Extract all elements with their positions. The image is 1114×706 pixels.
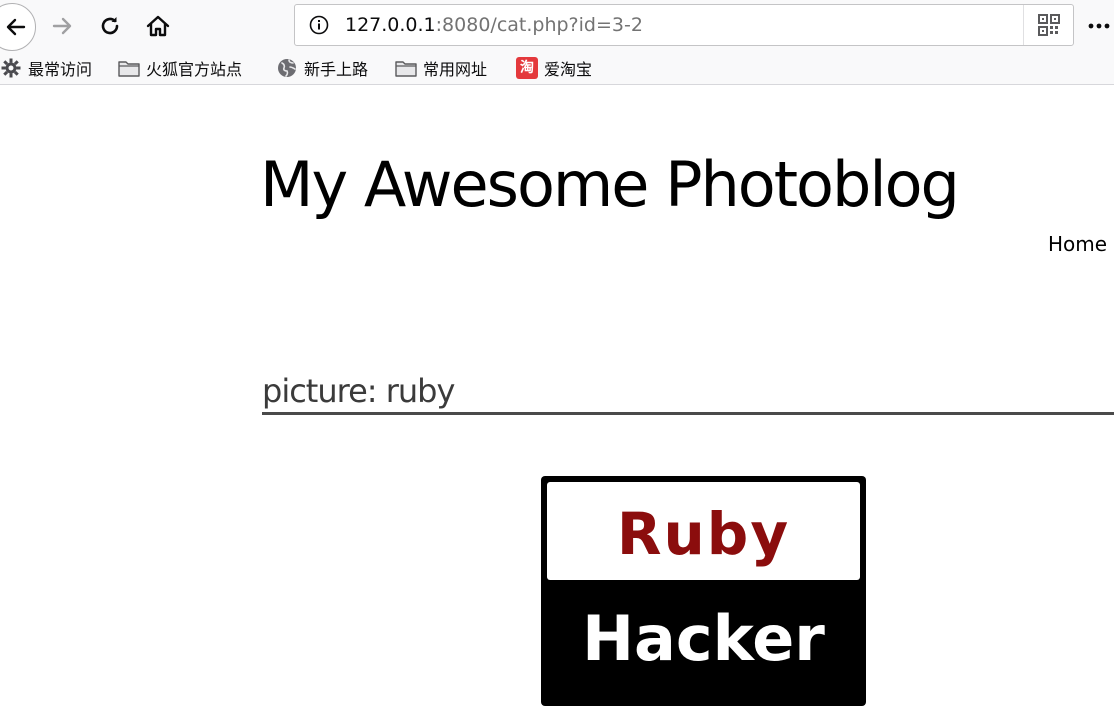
bookmarks-bar: 最常访问 火狐官方站点 新手上路 常用网址 淘 爱淘宝 <box>0 52 1114 85</box>
picture-image-top-panel: Ruby <box>547 482 860 580</box>
reload-button[interactable] <box>94 10 126 42</box>
reload-icon <box>101 17 119 35</box>
browser-toolbar: 127.0.0.1:8080/cat.php?id=3-2 <box>0 0 1114 52</box>
globe-icon <box>276 57 298 79</box>
url-host: 127.0.0.1 <box>345 14 436 36</box>
picture-image[interactable]: Ruby Hacker <box>541 476 866 706</box>
forward-button[interactable] <box>46 10 78 42</box>
bookmark-ai-taobao[interactable]: 淘 爱淘宝 <box>516 56 592 80</box>
page-actions-button[interactable] <box>1084 10 1114 42</box>
qr-code-button[interactable] <box>1023 5 1073 45</box>
bookmark-label: 最常访问 <box>28 60 93 79</box>
more-horizontal-icon <box>1088 23 1110 29</box>
arrow-left-icon <box>6 18 26 36</box>
folder-icon <box>118 57 140 79</box>
bookmark-most-visited[interactable]: 最常访问 <box>0 56 92 80</box>
qr-code-icon <box>1037 14 1060 36</box>
picture-heading: picture: ruby <box>262 370 1114 415</box>
taobao-icon: 淘 <box>516 57 538 79</box>
nav-home-link[interactable]: Home <box>1048 232 1107 256</box>
gear-icon <box>0 57 22 79</box>
bookmark-firefox-official[interactable]: 火狐官方站点 <box>118 56 242 80</box>
bookmark-label: 常用网址 <box>423 60 488 79</box>
bookmark-label: 爱淘宝 <box>544 60 593 79</box>
bookmark-label: 火狐官方站点 <box>146 60 243 79</box>
url-text[interactable]: 127.0.0.1:8080/cat.php?id=3-2 <box>345 14 643 36</box>
arrow-right-icon <box>52 17 72 35</box>
site-title[interactable]: My Awesome Photoblog <box>260 148 960 221</box>
bookmark-common-sites[interactable]: 常用网址 <box>395 56 487 80</box>
picture-heading-text: picture: ruby <box>262 372 455 410</box>
url-path: :8080/cat.php?id=3-2 <box>435 14 643 36</box>
url-bar[interactable]: 127.0.0.1:8080/cat.php?id=3-2 <box>294 4 1074 46</box>
picture-image-hacker-text: Hacker <box>582 602 825 675</box>
folder-icon <box>395 57 417 79</box>
back-button[interactable] <box>0 3 36 51</box>
bookmark-getting-started[interactable]: 新手上路 <box>276 56 368 80</box>
picture-image-ruby-text: Ruby <box>616 500 791 568</box>
home-button[interactable] <box>140 10 176 42</box>
info-icon[interactable] <box>309 15 329 35</box>
taobao-icon-glyph: 淘 <box>520 60 534 76</box>
home-icon <box>146 15 170 37</box>
bookmark-label: 新手上路 <box>304 60 369 79</box>
